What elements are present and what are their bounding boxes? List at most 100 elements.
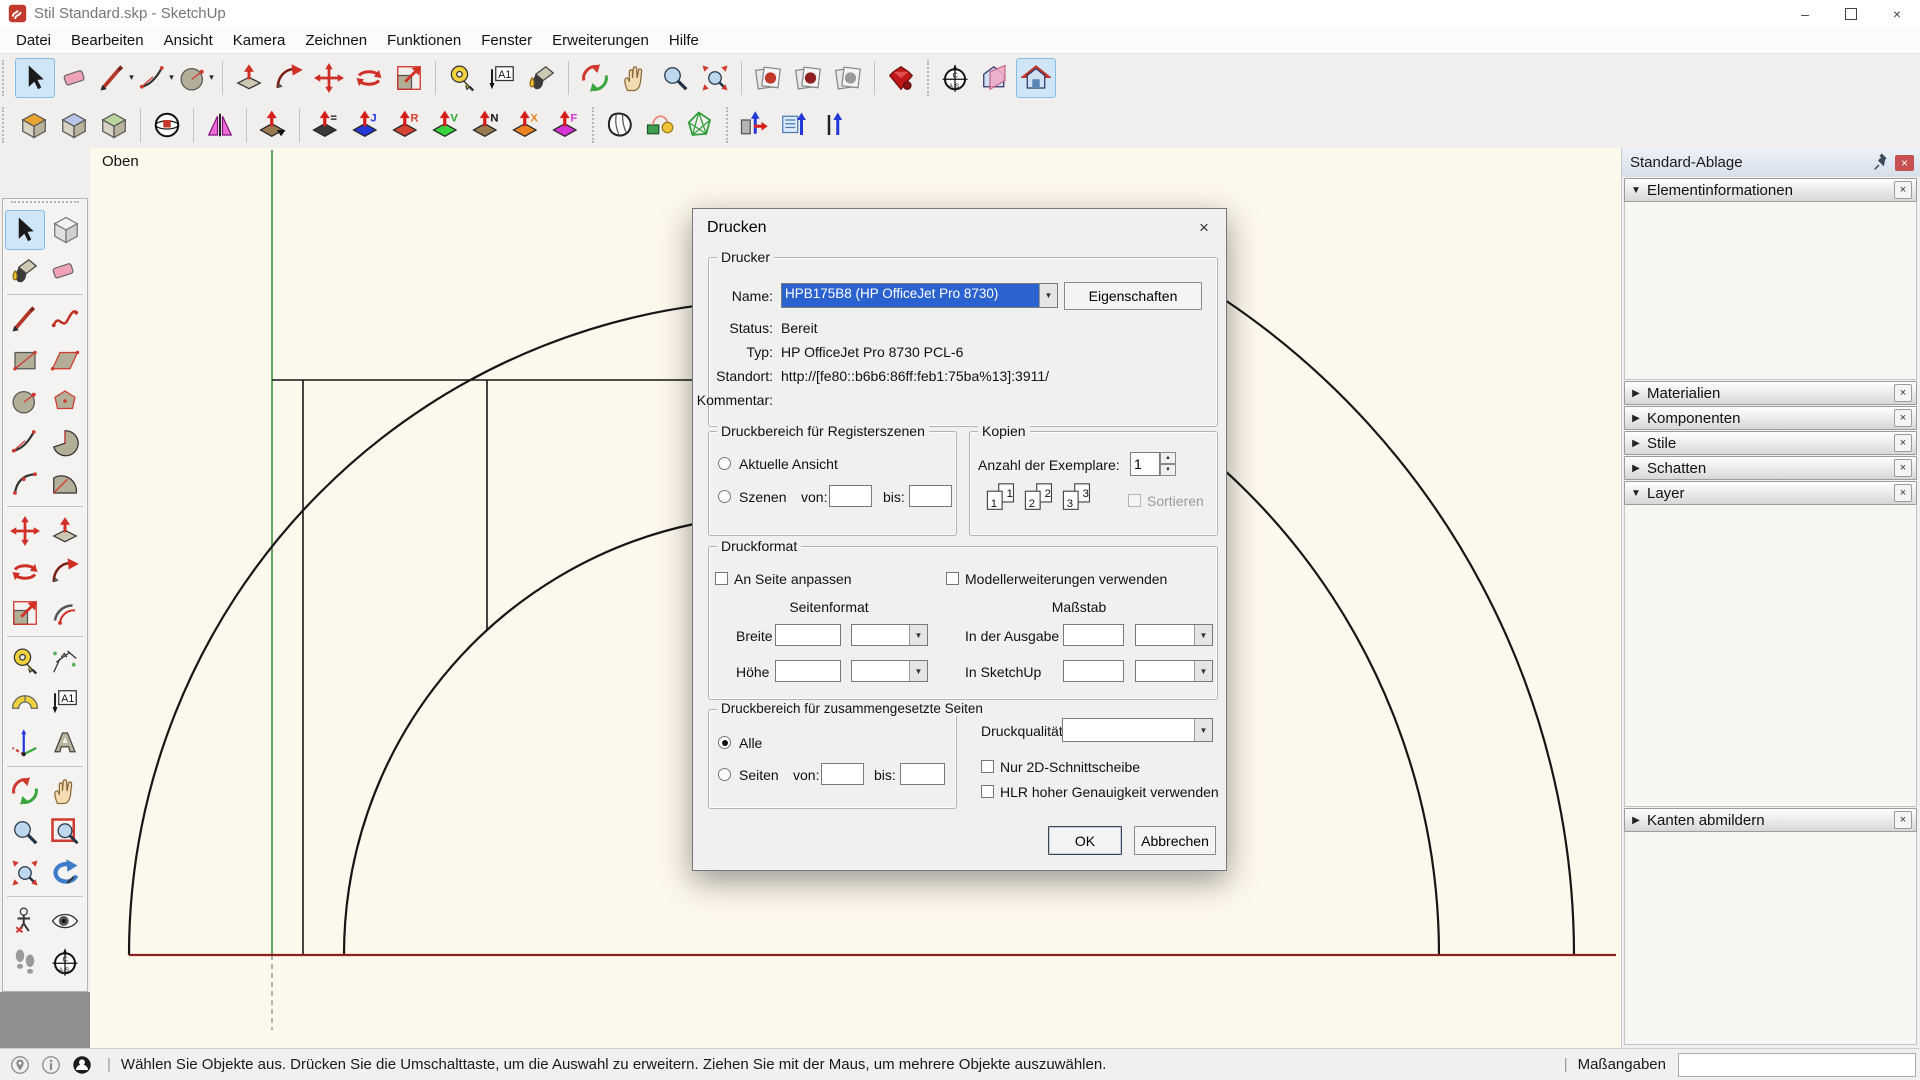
send-to-layout-button[interactable] xyxy=(829,59,867,97)
menu-bearbeiten[interactable]: Bearbeiten xyxy=(61,32,154,49)
circle-button[interactable] xyxy=(6,382,44,420)
curviloft-tool-button[interactable] xyxy=(641,106,679,144)
print-quality-select[interactable]: ▼ xyxy=(1062,718,1213,742)
section-close-button[interactable]: × xyxy=(1894,459,1912,477)
jpp-equal-button[interactable]: = xyxy=(307,106,345,144)
make-component-button[interactable] xyxy=(47,211,85,249)
spin-up-button[interactable]: ▲ xyxy=(1160,452,1176,464)
freehand-button[interactable] xyxy=(46,300,84,338)
dialog-close-button[interactable]: × xyxy=(1192,217,1216,239)
joint-push-pull-menu-button[interactable] xyxy=(254,106,292,144)
lines-to-faces-tool-button[interactable] xyxy=(815,106,853,144)
protractor-button[interactable] xyxy=(6,683,44,721)
fit-to-page-checkbox[interactable] xyxy=(715,572,728,585)
rotate-tool-button[interactable] xyxy=(350,59,388,97)
in-output-input[interactable] xyxy=(1063,624,1124,646)
section-slice-checkbox[interactable] xyxy=(981,760,994,773)
section-close-button[interactable]: × xyxy=(1894,409,1912,427)
jpp-joint-button[interactable]: J xyxy=(347,106,385,144)
round-corner-button[interactable] xyxy=(15,106,53,144)
profile-builder-tool-button[interactable] xyxy=(775,106,813,144)
menu-zeichnen[interactable]: Zeichnen xyxy=(295,32,377,49)
scale-tool-button[interactable] xyxy=(390,59,428,97)
follow-me-tool-button[interactable] xyxy=(270,59,308,97)
look-around-button[interactable] xyxy=(46,902,84,940)
arc-2pt-button[interactable] xyxy=(6,423,44,461)
eraser-button[interactable] xyxy=(46,252,84,290)
tray-section-schatten[interactable]: ▶Schatten× xyxy=(1624,456,1917,480)
palette-grip[interactable] xyxy=(11,201,79,208)
menu-kamera[interactable]: Kamera xyxy=(223,32,296,49)
push-pull-tool-button[interactable] xyxy=(230,59,268,97)
pan-tool-button[interactable] xyxy=(616,59,654,97)
pages-to-input[interactable] xyxy=(900,763,945,785)
tray-section-materialien[interactable]: ▶Materialien× xyxy=(1624,381,1917,405)
tray-section-elementinformationen[interactable]: ▼Elementinformationen× xyxy=(1624,178,1917,202)
select-tool-button[interactable] xyxy=(15,58,55,98)
move-button[interactable] xyxy=(6,512,44,550)
tape-measure-tool-button[interactable] xyxy=(443,59,481,97)
export-model-button[interactable] xyxy=(789,59,827,97)
offset-button[interactable] xyxy=(46,594,84,632)
zoom-button[interactable] xyxy=(6,813,44,851)
pages-from-input[interactable] xyxy=(821,763,864,785)
chevron-down-icon[interactable]: ▼ xyxy=(1194,719,1212,741)
3d-text-button[interactable] xyxy=(46,724,84,762)
in-output-unit-select[interactable]: ▼ xyxy=(1135,624,1213,646)
zoom-extents-button[interactable] xyxy=(6,854,44,892)
rotated-rectangle-button[interactable] xyxy=(46,341,84,379)
scale-button[interactable] xyxy=(6,594,44,632)
menu-erweiterungen[interactable]: Erweiterungen xyxy=(542,32,659,49)
height-unit-select[interactable]: ▼ xyxy=(851,660,928,682)
sphere-tool-button[interactable] xyxy=(148,106,186,144)
chevron-right-icon[interactable]: ▶ xyxy=(1625,413,1647,424)
orbit-tool-button[interactable] xyxy=(576,59,614,97)
in-sketchup-input[interactable] xyxy=(1063,660,1124,682)
scenes-radio[interactable] xyxy=(718,490,731,503)
chevron-down-icon[interactable]: ▼ xyxy=(1625,488,1647,499)
section-close-button[interactable]: × xyxy=(1894,484,1912,502)
menu-datei[interactable]: Datei xyxy=(6,32,61,49)
chevron-down-icon[interactable]: ▼ xyxy=(1625,185,1647,196)
section-view-button[interactable] xyxy=(976,59,1014,97)
export-image-button[interactable] xyxy=(749,59,787,97)
position-camera-button[interactable] xyxy=(6,902,44,940)
tray-close-button[interactable]: × xyxy=(1895,155,1914,171)
scenes-to-input[interactable] xyxy=(909,485,952,507)
pages-radio[interactable] xyxy=(718,768,731,781)
tape-measure-button[interactable] xyxy=(6,642,44,680)
axes-button[interactable] xyxy=(6,724,44,762)
soap-skin-tool-button[interactable] xyxy=(681,106,719,144)
chevron-down-icon[interactable]: ▼ xyxy=(1039,284,1057,307)
line-tool-button[interactable]: ▾ xyxy=(97,59,135,97)
chevron-down-icon[interactable]: ▼ xyxy=(1194,625,1212,645)
geo-location-icon[interactable] xyxy=(9,1054,31,1076)
zoom-tool-button[interactable] xyxy=(656,59,694,97)
compass-tool-button[interactable]: CA·S xyxy=(936,59,974,97)
walk-button[interactable] xyxy=(6,943,44,981)
model-extents-checkbox[interactable] xyxy=(946,572,959,585)
pin-icon[interactable] xyxy=(1871,153,1891,173)
pie-slice-button[interactable] xyxy=(46,464,84,502)
rotate-button[interactable] xyxy=(6,553,44,591)
chevron-right-icon[interactable]: ▶ xyxy=(1625,463,1647,474)
cancel-button[interactable]: Abbrechen xyxy=(1134,826,1216,855)
arc-3pt-button[interactable] xyxy=(6,464,44,502)
all-pages-radio[interactable] xyxy=(718,736,731,749)
push-pull-button[interactable] xyxy=(46,512,84,550)
section-close-button[interactable]: × xyxy=(1894,181,1912,199)
credits-icon[interactable] xyxy=(40,1054,62,1076)
jpp-round-button[interactable]: R xyxy=(387,106,425,144)
pie-button[interactable] xyxy=(46,423,84,461)
pan-button[interactable] xyxy=(46,772,84,810)
line-button[interactable] xyxy=(6,300,44,338)
section-close-button[interactable]: × xyxy=(1894,434,1912,452)
dimension-button[interactable] xyxy=(46,642,84,680)
height-input[interactable] xyxy=(775,660,841,682)
previous-view-button[interactable] xyxy=(46,854,84,892)
mirror-tool-button[interactable] xyxy=(201,106,239,144)
scenes-from-input[interactable] xyxy=(829,485,872,507)
chevron-right-icon[interactable]: ▶ xyxy=(1625,388,1647,399)
width-input[interactable] xyxy=(775,624,841,646)
zoom-window-button[interactable] xyxy=(46,813,84,851)
